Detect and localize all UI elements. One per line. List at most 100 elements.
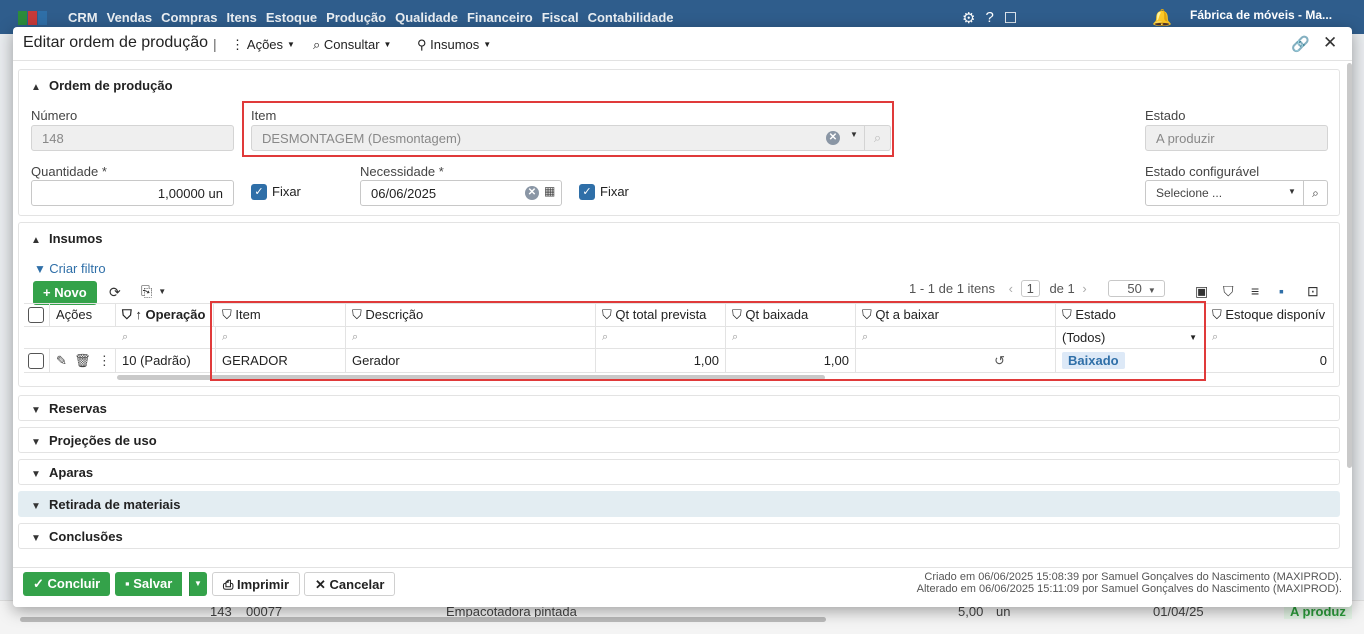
- trash-icon[interactable]: 🗑: [74, 353, 91, 368]
- sort-lines-icon[interactable]: ≡: [1251, 283, 1259, 299]
- save-layout-icon[interactable]: ▪: [1279, 283, 1284, 299]
- check-icon: ✓: [33, 576, 48, 591]
- section-aparas[interactable]: ▼ Aparas: [18, 459, 1340, 485]
- nav-menu-compras[interactable]: Compras: [161, 10, 217, 25]
- fix-need-checkbox[interactable]: ✓: [579, 184, 595, 200]
- section-production-order-header[interactable]: ▲ Ordem de produção: [31, 78, 173, 93]
- create-filter-link[interactable]: ▼ Criar filtro: [34, 261, 106, 276]
- chevron-down-icon: ▼: [31, 501, 41, 512]
- nav-menu-vendas[interactable]: Vendas: [107, 10, 153, 25]
- save-options-button[interactable]: ▼: [189, 572, 207, 596]
- chevron-up-icon: ▲: [31, 82, 41, 93]
- quantity-input[interactable]: 1,00000 un: [31, 180, 234, 206]
- nav-menu-itens[interactable]: Itens: [227, 10, 257, 25]
- filter-estoque-search-icon[interactable]: ⌕: [1206, 327, 1334, 351]
- chevron-left-icon[interactable]: ‹: [1009, 281, 1013, 296]
- modified-info: Alterado em 06/06/2025 15:11:09 por Samu…: [916, 583, 1342, 595]
- section-title: Ordem de produção: [49, 78, 173, 93]
- grid-horizontal-scrollbar[interactable]: [117, 375, 825, 380]
- clear-icon[interactable]: ✕: [826, 131, 840, 145]
- fix-quantity-checkbox[interactable]: ✓: [251, 184, 267, 200]
- page-size-select[interactable]: 50 ▼: [1108, 280, 1165, 297]
- help-icon[interactable]: ?: [985, 9, 993, 27]
- section-inputs-header[interactable]: ▲ Insumos: [31, 231, 102, 246]
- filter-qt-prevista-search-icon[interactable]: ⌕: [596, 327, 726, 351]
- col-item-label: Item: [235, 307, 261, 322]
- col-estado[interactable]: ⛉ Estado: [1056, 303, 1206, 327]
- col-item[interactable]: ⛉ Item: [216, 303, 346, 327]
- nav-menu-crm[interactable]: CRM: [68, 10, 98, 25]
- nav-menu-qualidade[interactable]: Qualidade: [395, 10, 458, 25]
- link-icon[interactable]: 🔗: [1291, 35, 1310, 53]
- need-date-input[interactable]: 06/06/2025 ✕ ▦: [360, 180, 562, 206]
- section-conclusoes[interactable]: ▼ Conclusões: [18, 523, 1340, 549]
- export-icon[interactable]: ⎘ ▼: [141, 283, 166, 300]
- reset-layout-icon[interactable]: ⊡: [1307, 283, 1319, 300]
- row-qt-prevista: 1,00: [596, 349, 726, 373]
- col-qt-a-baixar[interactable]: ⛉ Qt a baixar: [856, 303, 1056, 327]
- search-icon[interactable]: ⌕: [1303, 181, 1327, 205]
- row-checkbox[interactable]: [28, 353, 44, 369]
- search-icon[interactable]: ⌕: [864, 126, 890, 150]
- print-button[interactable]: ⎙ Imprimir: [212, 572, 301, 596]
- gear-icon[interactable]: ⚙: [962, 9, 975, 27]
- nav-menus: CRM Vendas Compras Itens Estoque Produçã…: [68, 10, 683, 25]
- nav-menu-contabilidade[interactable]: Contabilidade: [588, 10, 674, 25]
- filter-operation-search-icon[interactable]: ⌕: [116, 327, 216, 351]
- nav-menu-estoque[interactable]: Estoque: [266, 10, 317, 25]
- col-qt-baixada[interactable]: ⛉ Qt baixada: [726, 303, 856, 327]
- nav-menu-financeiro[interactable]: Financeiro: [467, 10, 533, 25]
- undo-icon[interactable]: ↺: [994, 353, 1005, 368]
- section-retirada[interactable]: ▼ Retirada de materiais: [18, 491, 1340, 517]
- section-reservas[interactable]: ▼ Reservas: [18, 395, 1340, 421]
- clear-icon[interactable]: ✕: [525, 186, 539, 200]
- filter-icon: ⛉ ↑: [122, 307, 146, 322]
- config-state-select[interactable]: Selecione ... ▼ ⌕: [1145, 180, 1328, 206]
- plus-icon: +: [43, 285, 55, 300]
- pager: 1 - 1 de 1 itens ‹ 1 de 1 › 50 ▼: [909, 280, 1165, 297]
- filter-description-search-icon[interactable]: ⌕: [346, 327, 596, 351]
- section-projecoes[interactable]: ▼ Projeções de uso: [18, 427, 1340, 453]
- col-qt-prevista[interactable]: ⛉ Qt total prevista: [596, 303, 726, 327]
- page-input[interactable]: 1: [1020, 280, 1040, 297]
- modal-vertical-scrollbar[interactable]: [1347, 63, 1352, 468]
- select-all-checkbox[interactable]: [28, 307, 44, 323]
- nav-menu-producao[interactable]: Produção: [326, 10, 386, 25]
- bell-icon[interactable]: 🔔: [1152, 8, 1172, 28]
- save-button[interactable]: ▪ Salvar: [115, 572, 183, 596]
- company-name[interactable]: Fábrica de móveis - Ma...: [1190, 8, 1332, 22]
- actions-menu-button[interactable]: ⋮ Ações ▼: [231, 37, 295, 53]
- refresh-icon[interactable]: ⟳: [109, 284, 121, 301]
- cancel-button[interactable]: ✕ Cancelar: [304, 572, 396, 596]
- column-chooser-icon[interactable]: ▣: [1195, 283, 1208, 300]
- caret-down-icon[interactable]: ▼: [850, 130, 858, 139]
- background-horizontal-scrollbar[interactable]: [20, 617, 826, 622]
- row-qt-a-baixar-cell: ↺: [856, 349, 1056, 373]
- filter-item-search-icon[interactable]: ⌕: [216, 327, 346, 351]
- new-input-button[interactable]: + Novo: [33, 281, 97, 305]
- row-select-cell: [24, 349, 50, 373]
- inputs-menu-button[interactable]: ⚲ Insumos ▼: [417, 37, 491, 53]
- item-label: Item: [251, 108, 277, 123]
- config-state-label: Estado configurável: [1145, 164, 1260, 179]
- need-label: Necessidade *: [360, 164, 444, 179]
- filter-icon[interactable]: ⛉: [1223, 283, 1234, 300]
- col-estoque[interactable]: ⛉ Estoque disponív: [1206, 303, 1334, 327]
- conclude-button[interactable]: ✓ Concluir: [23, 572, 111, 596]
- caret-down-icon[interactable]: ▼: [1288, 187, 1296, 196]
- nav-menu-fiscal[interactable]: Fiscal: [542, 10, 579, 25]
- filter-estado-select[interactable]: (Todos) ▼: [1056, 327, 1206, 351]
- close-icon[interactable]: ✕: [1323, 33, 1337, 53]
- filter-qt-baixada-search-icon[interactable]: ⌕: [726, 327, 856, 351]
- col-operation[interactable]: ⛉ ↑ Operação: [116, 303, 214, 327]
- col-description[interactable]: ⛉ Descrição: [346, 303, 596, 327]
- calendar-icon[interactable]: ▦: [544, 184, 555, 198]
- app-logo[interactable]: [18, 11, 48, 25]
- more-vertical-icon[interactable]: ⋮: [98, 353, 111, 368]
- chevron-right-icon[interactable]: ›: [1082, 281, 1086, 296]
- consult-menu-button[interactable]: ⌕ Consultar ▼: [313, 37, 391, 53]
- chat-icon[interactable]: ☐: [1004, 9, 1017, 27]
- page-size-value: 50: [1127, 281, 1142, 296]
- filter-qt-a-baixar-search-icon[interactable]: ⌕: [856, 327, 1056, 351]
- edit-icon[interactable]: ✎: [56, 353, 67, 368]
